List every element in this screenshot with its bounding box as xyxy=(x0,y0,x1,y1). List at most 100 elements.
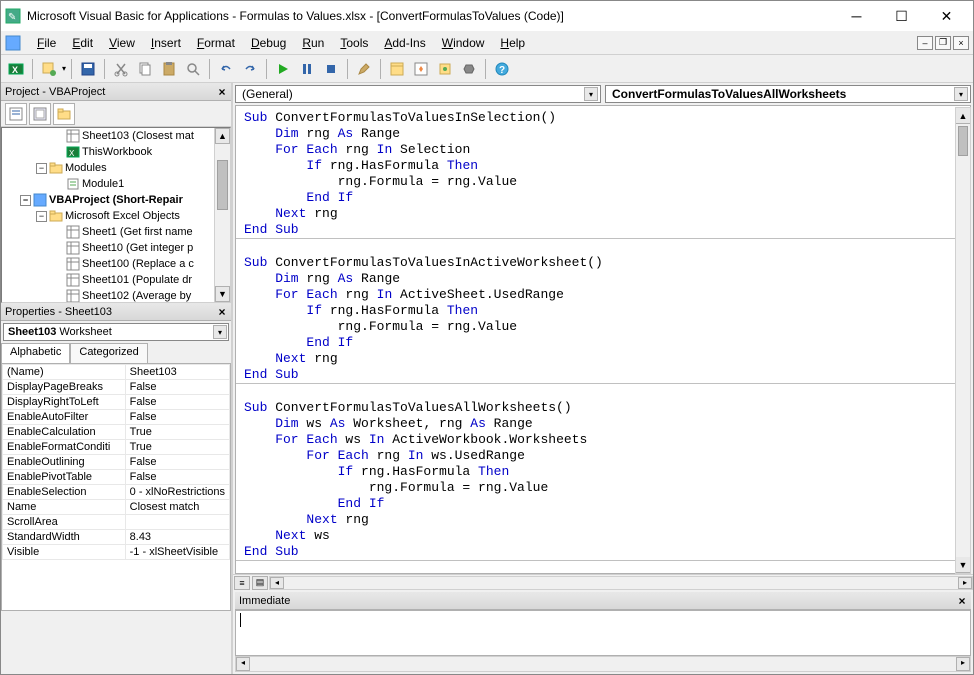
view-excel-button[interactable]: X xyxy=(5,58,27,80)
mdi-restore-button[interactable]: ❐ xyxy=(935,36,951,50)
tree-item[interactable]: Sheet102 (Average by xyxy=(2,288,230,303)
full-module-view-button[interactable]: ▤ xyxy=(252,576,268,590)
tree-item[interactable]: Sheet103 (Closest mat xyxy=(2,128,230,144)
property-value[interactable]: False xyxy=(125,395,229,410)
property-value[interactable] xyxy=(125,515,229,530)
scroll-right-icon[interactable]: ▸ xyxy=(958,577,972,589)
tab-categorized[interactable]: Categorized xyxy=(70,343,147,363)
view-code-button[interactable] xyxy=(5,103,27,125)
chevron-down-icon[interactable]: ▾ xyxy=(954,87,968,101)
paste-button[interactable] xyxy=(158,58,180,80)
properties-object-selector[interactable]: Sheet103 Worksheet ▾ xyxy=(3,323,229,341)
tree-expander[interactable]: − xyxy=(36,163,47,174)
property-value[interactable]: Sheet103 xyxy=(125,365,229,380)
properties-panel-close-button[interactable]: × xyxy=(215,305,229,319)
property-value[interactable]: 0 - xlNoRestrictions xyxy=(125,485,229,500)
property-row[interactable]: EnableOutliningFalse xyxy=(3,455,230,470)
tree-expander[interactable]: − xyxy=(20,195,31,206)
tab-alphabetic[interactable]: Alphabetic xyxy=(1,343,70,363)
menu-add-ins[interactable]: Add-Ins xyxy=(376,34,433,52)
property-value[interactable]: 8.43 xyxy=(125,530,229,545)
tree-item[interactable]: Sheet100 (Replace a c xyxy=(2,256,230,272)
tree-item[interactable]: Sheet101 (Populate dr xyxy=(2,272,230,288)
mdi-close-button[interactable]: × xyxy=(953,36,969,50)
scroll-right-icon[interactable]: ▸ xyxy=(956,657,970,671)
reset-button[interactable] xyxy=(320,58,342,80)
menu-format[interactable]: Format xyxy=(189,34,243,52)
scroll-down-icon[interactable]: ▼ xyxy=(956,557,970,573)
run-button[interactable] xyxy=(272,58,294,80)
find-button[interactable] xyxy=(182,58,204,80)
project-explorer-button[interactable] xyxy=(386,58,408,80)
save-button[interactable] xyxy=(77,58,99,80)
maximize-button[interactable]: ☐ xyxy=(879,2,924,30)
property-row[interactable]: StandardWidth8.43 xyxy=(3,530,230,545)
scroll-down-icon[interactable]: ▼ xyxy=(215,286,230,302)
property-row[interactable]: EnableSelection0 - xlNoRestrictions xyxy=(3,485,230,500)
chevron-down-icon[interactable]: ▾ xyxy=(584,87,598,101)
code-procedure-dropdown[interactable]: ConvertFormulasToValuesAllWorksheets ▾ xyxy=(605,85,971,103)
tree-item[interactable]: −VBAProject (Short-Repair xyxy=(2,192,230,208)
break-button[interactable] xyxy=(296,58,318,80)
tree-item[interactable]: Sheet1 (Get first name xyxy=(2,224,230,240)
menu-view[interactable]: View xyxy=(101,34,143,52)
project-panel-close-button[interactable]: × xyxy=(215,85,229,99)
toolbox-button[interactable] xyxy=(458,58,480,80)
property-row[interactable]: DisplayRightToLeftFalse xyxy=(3,395,230,410)
tree-item[interactable]: −Microsoft Excel Objects xyxy=(2,208,230,224)
property-value[interactable]: False xyxy=(125,380,229,395)
menu-help[interactable]: Help xyxy=(492,34,533,52)
undo-button[interactable] xyxy=(215,58,237,80)
menu-edit[interactable]: Edit xyxy=(64,34,101,52)
design-mode-button[interactable] xyxy=(353,58,375,80)
menu-file[interactable]: File xyxy=(29,34,64,52)
property-row[interactable]: Visible-1 - xlSheetVisible xyxy=(3,545,230,560)
scroll-left-icon[interactable]: ◂ xyxy=(236,657,250,671)
toggle-folders-button[interactable] xyxy=(53,103,75,125)
property-row[interactable]: EnableAutoFilterFalse xyxy=(3,410,230,425)
menu-run[interactable]: Run xyxy=(294,34,332,52)
tree-item[interactable]: Sheet10 (Get integer p xyxy=(2,240,230,256)
cut-button[interactable] xyxy=(110,58,132,80)
code-vscrollbar[interactable]: ▲ ▼ xyxy=(955,107,971,574)
code-hscrollbar[interactable]: ◂ ▸ xyxy=(269,576,973,590)
property-value[interactable]: True xyxy=(125,440,229,455)
scroll-thumb[interactable] xyxy=(958,126,968,156)
tree-item[interactable]: Module1 xyxy=(2,176,230,192)
view-object-button[interactable] xyxy=(29,103,51,125)
menu-insert[interactable]: Insert xyxy=(143,34,189,52)
code-object-dropdown[interactable]: (General) ▾ xyxy=(235,85,601,103)
immediate-window[interactable] xyxy=(235,610,971,656)
property-value[interactable]: Closest match xyxy=(125,500,229,515)
property-row[interactable]: EnableFormatConditiTrue xyxy=(3,440,230,455)
project-tree[interactable]: Sheet103 (Closest matXThisWorkbook−Modul… xyxy=(1,127,231,303)
minimize-button[interactable]: ─ xyxy=(834,2,879,30)
property-row[interactable]: (Name)Sheet103 xyxy=(3,365,230,380)
property-row[interactable]: DisplayPageBreaksFalse xyxy=(3,380,230,395)
scroll-up-icon[interactable]: ▲ xyxy=(956,108,970,124)
scroll-up-icon[interactable]: ▲ xyxy=(215,128,230,144)
property-row[interactable]: EnableCalculationTrue xyxy=(3,425,230,440)
properties-window-button[interactable] xyxy=(410,58,432,80)
help-button[interactable]: ? xyxy=(491,58,513,80)
scroll-left-icon[interactable]: ◂ xyxy=(270,577,284,589)
properties-grid[interactable]: (Name)Sheet103DisplayPageBreaksFalseDisp… xyxy=(1,363,231,611)
property-value[interactable]: False xyxy=(125,455,229,470)
project-tree-scrollbar[interactable]: ▲ ▼ xyxy=(214,128,230,302)
mdi-minimize-button[interactable]: ‒ xyxy=(917,36,933,50)
property-row[interactable]: ScrollArea xyxy=(3,515,230,530)
tree-expander[interactable]: − xyxy=(36,211,47,222)
immediate-hscrollbar[interactable]: ◂ ▸ xyxy=(235,656,971,672)
immediate-close-button[interactable]: × xyxy=(955,594,969,608)
property-value[interactable]: False xyxy=(125,410,229,425)
dropdown-arrow-icon[interactable]: ▾ xyxy=(62,64,66,73)
close-button[interactable]: ✕ xyxy=(924,2,969,30)
copy-button[interactable] xyxy=(134,58,156,80)
menu-tools[interactable]: Tools xyxy=(332,34,376,52)
procedure-view-button[interactable]: ≡ xyxy=(234,576,250,590)
menu-debug[interactable]: Debug xyxy=(243,34,294,52)
code-editor[interactable]: Sub ConvertFormulasToValuesInSelection()… xyxy=(235,105,971,574)
property-row[interactable]: EnablePivotTableFalse xyxy=(3,470,230,485)
property-value[interactable]: -1 - xlSheetVisible xyxy=(125,545,229,560)
scroll-thumb[interactable] xyxy=(217,160,228,210)
